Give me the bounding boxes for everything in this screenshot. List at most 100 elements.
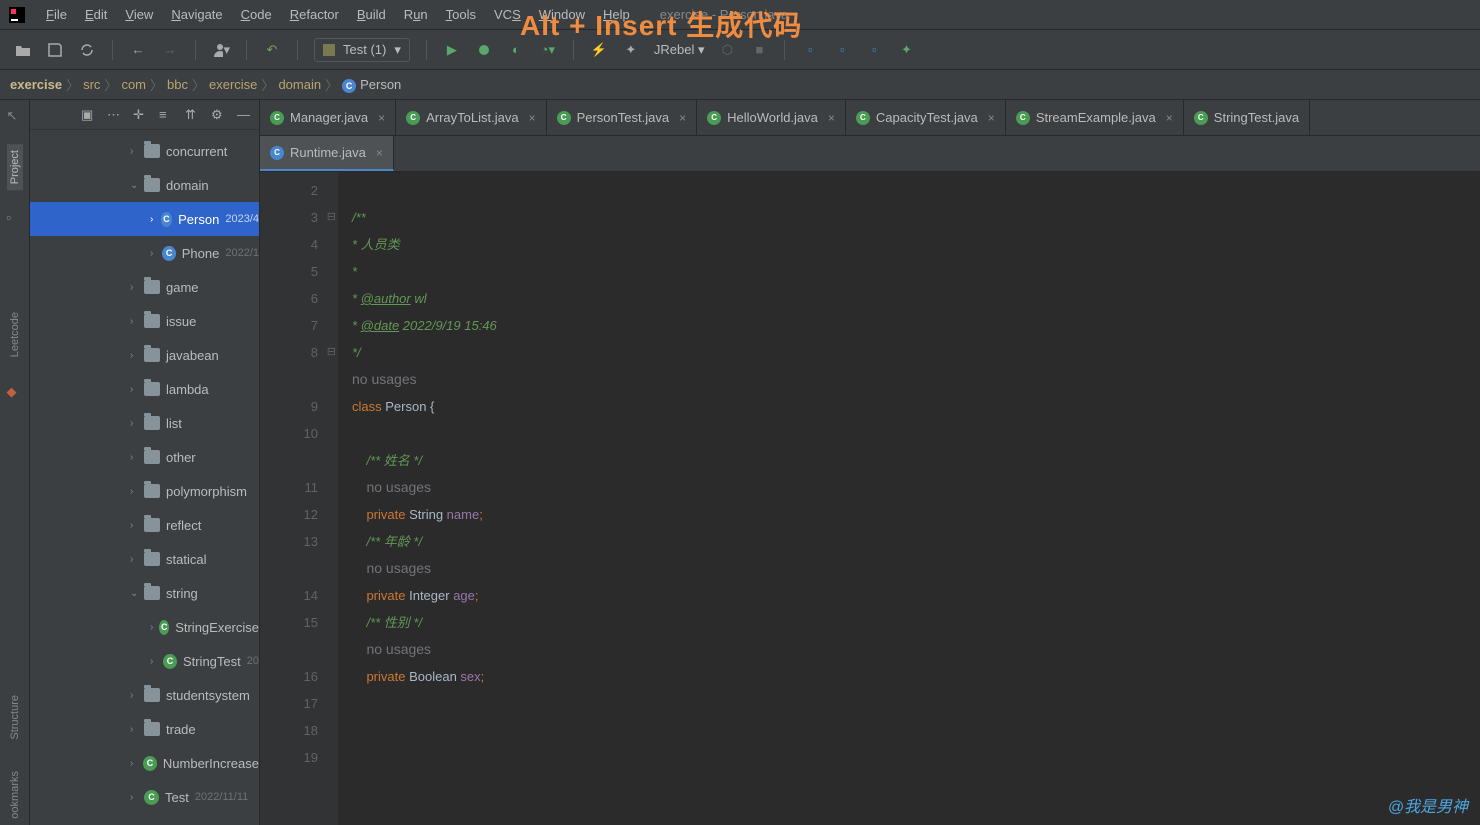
crumb-com[interactable]: com (121, 77, 146, 92)
run-config-selector[interactable]: Test (1)▾ (314, 38, 410, 62)
class-icon: C (143, 756, 157, 771)
tree-row[interactable]: ⌄domain (30, 168, 259, 202)
open-icon[interactable] (14, 41, 32, 59)
menu-code[interactable]: Code (233, 3, 280, 26)
editor-tab[interactable]: CCapacityTest.java× (846, 100, 1006, 135)
menu-run[interactable]: Run (396, 3, 436, 26)
tree-row[interactable]: ›statical (30, 542, 259, 576)
tree-row[interactable]: ›CStringTest20 (30, 644, 259, 678)
editor-tab[interactable]: CPersonTest.java× (547, 100, 698, 135)
folder-icon (144, 382, 160, 396)
layout-icon-3[interactable]: ▫ (865, 41, 883, 59)
folder-icon (144, 552, 160, 566)
tree-row[interactable]: ›game (30, 270, 259, 304)
rail-bookmarks[interactable]: ookmarks (7, 765, 23, 825)
forward-icon[interactable]: → (161, 41, 179, 59)
code-editor[interactable]: /** * 人员类 * * @author wl * @date 2022/9/… (338, 172, 1480, 825)
class-icon: C (162, 246, 175, 261)
file-icon: C (707, 111, 721, 125)
tree-row[interactable]: ⌄string (30, 576, 259, 610)
tree-row[interactable]: ›other (30, 440, 259, 474)
locate-icon[interactable]: ✛ (133, 107, 149, 123)
tree-row[interactable]: ›lambda (30, 372, 259, 406)
more-icon[interactable]: ⋯ (107, 107, 123, 123)
close-icon[interactable]: × (1166, 111, 1173, 125)
rail-structure[interactable]: Structure (7, 689, 23, 746)
close-icon[interactable]: × (679, 111, 686, 125)
editor-area: CManager.java×CArrayToList.java×CPersonT… (260, 100, 1480, 825)
crumb-bbc[interactable]: bbc (167, 77, 188, 92)
close-icon[interactable]: × (529, 111, 536, 125)
editor-tab[interactable]: CHelloWorld.java× (697, 100, 846, 135)
select-opened-icon[interactable]: ▣ (81, 107, 97, 123)
class-icon: C (161, 212, 172, 227)
tree-row[interactable]: ›concurrent (30, 134, 259, 168)
tree-row[interactable]: ›CStringExercise (30, 610, 259, 644)
tree-row[interactable]: ›reflect (30, 508, 259, 542)
crumb-domain[interactable]: domain (278, 77, 321, 92)
menu-refactor[interactable]: Refactor (282, 3, 347, 26)
menu-edit[interactable]: Edit (77, 3, 115, 26)
class-icon: C (163, 654, 177, 669)
folder-icon (144, 178, 160, 192)
editor-tab[interactable]: CStringTest.java (1184, 100, 1310, 135)
tree-row[interactable]: ›CNumberIncrease (30, 746, 259, 780)
close-icon[interactable]: × (828, 111, 835, 125)
crumb-src[interactable]: src (83, 77, 100, 92)
tree-row[interactable]: ›CPerson2023/4 (30, 202, 259, 236)
rail-leetcode[interactable]: Leetcode (7, 306, 23, 363)
editor-tab[interactable]: CStreamExample.java× (1006, 100, 1184, 135)
back-icon[interactable]: ← (129, 41, 147, 59)
folder-icon (144, 484, 160, 498)
file-icon: C (270, 146, 284, 160)
project-tree[interactable]: ›concurrent⌄domain›CPerson2023/4›CPhone2… (30, 130, 259, 818)
gear-icon[interactable]: ⚙ (211, 107, 227, 123)
file-icon: C (557, 111, 571, 125)
breadcrumbs: exercise 〉 src 〉 com 〉 bbc 〉 exercise 〉 … (0, 70, 1480, 100)
tree-row[interactable]: ›issue (30, 304, 259, 338)
close-icon[interactable]: × (988, 111, 995, 125)
save-icon[interactable] (46, 41, 64, 59)
crumb-root[interactable]: exercise (10, 77, 62, 92)
menu-view[interactable]: View (117, 3, 161, 26)
crumb-file[interactable]: CPerson (342, 77, 401, 93)
tree-row[interactable]: ›CTest2022/11/11 (30, 780, 259, 814)
crumb-exercise[interactable]: exercise (209, 77, 257, 92)
tree-row[interactable]: ›CPhone2022/1 (30, 236, 259, 270)
run-icon[interactable]: ▶ (443, 41, 461, 59)
editor-tab[interactable]: CArrayToList.java× (396, 100, 547, 135)
close-icon[interactable]: × (376, 146, 383, 160)
puzzle-icon[interactable]: ✦ (897, 41, 915, 59)
rail-folder-icon[interactable]: ▫ (7, 210, 23, 226)
sync-icon[interactable] (78, 41, 96, 59)
menu-navigate[interactable]: Navigate (163, 3, 230, 26)
avatar-icon[interactable]: ▾ (212, 41, 230, 59)
file-icon: C (1016, 111, 1030, 125)
tree-row[interactable]: ›list (30, 406, 259, 440)
debug-icon[interactable] (475, 41, 493, 59)
folder-icon (144, 450, 160, 464)
file-icon: C (270, 111, 284, 125)
collapse-icon[interactable]: ⇈ (185, 107, 201, 123)
tree-row[interactable]: ›studentsystem (30, 678, 259, 712)
menu-tools[interactable]: Tools (438, 3, 484, 26)
annotation-overlay: Alt + Insert 生成代码 (520, 4, 802, 44)
layout-icon-2[interactable]: ▫ (833, 41, 851, 59)
expand-icon[interactable]: ≡ (159, 107, 175, 123)
editor-tab[interactable]: CManager.java× (260, 100, 396, 135)
minimize-icon[interactable]: — (237, 107, 253, 123)
undo-icon[interactable]: ↶ (263, 41, 281, 59)
rail-project[interactable]: Project (7, 144, 23, 190)
project-panel: ▣ ⋯ ✛ ≡ ⇈ ⚙ — ›concurrent⌄domain›CPerson… (30, 100, 260, 825)
editor-tab[interactable]: CRuntime.java× (260, 136, 394, 171)
layout-icon-1[interactable]: ▫ (801, 41, 819, 59)
menu-file[interactable]: File (38, 3, 75, 26)
menu-build[interactable]: Build (349, 3, 394, 26)
gutter[interactable]: 2⊟34567⊟8 910 111213 1415 16171819 (260, 172, 338, 825)
tree-row[interactable]: ›trade (30, 712, 259, 746)
app-icon (8, 6, 26, 24)
tree-row[interactable]: ›polymorphism (30, 474, 259, 508)
folder-icon (144, 280, 160, 294)
close-icon[interactable]: × (378, 111, 385, 125)
tree-row[interactable]: ›javabean (30, 338, 259, 372)
